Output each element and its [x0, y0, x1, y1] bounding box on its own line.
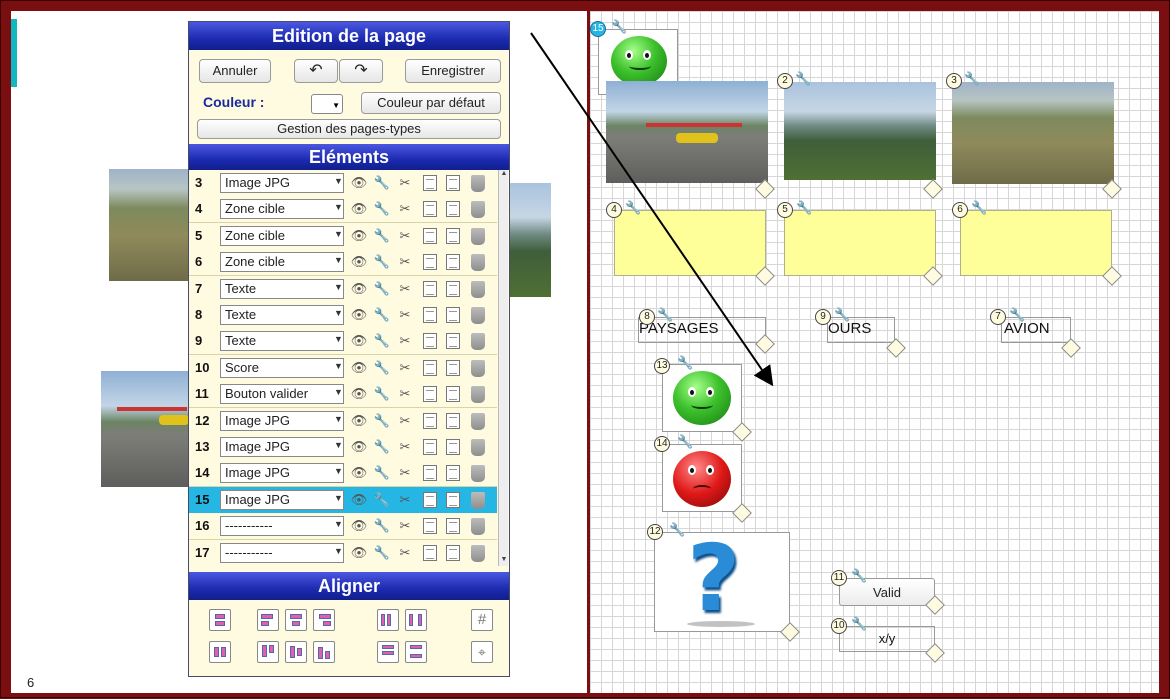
annotation-arrow [530, 32, 774, 387]
book-frame: 6 Edition de la page Annuler ↶ ↷ Enregis… [0, 0, 1170, 698]
